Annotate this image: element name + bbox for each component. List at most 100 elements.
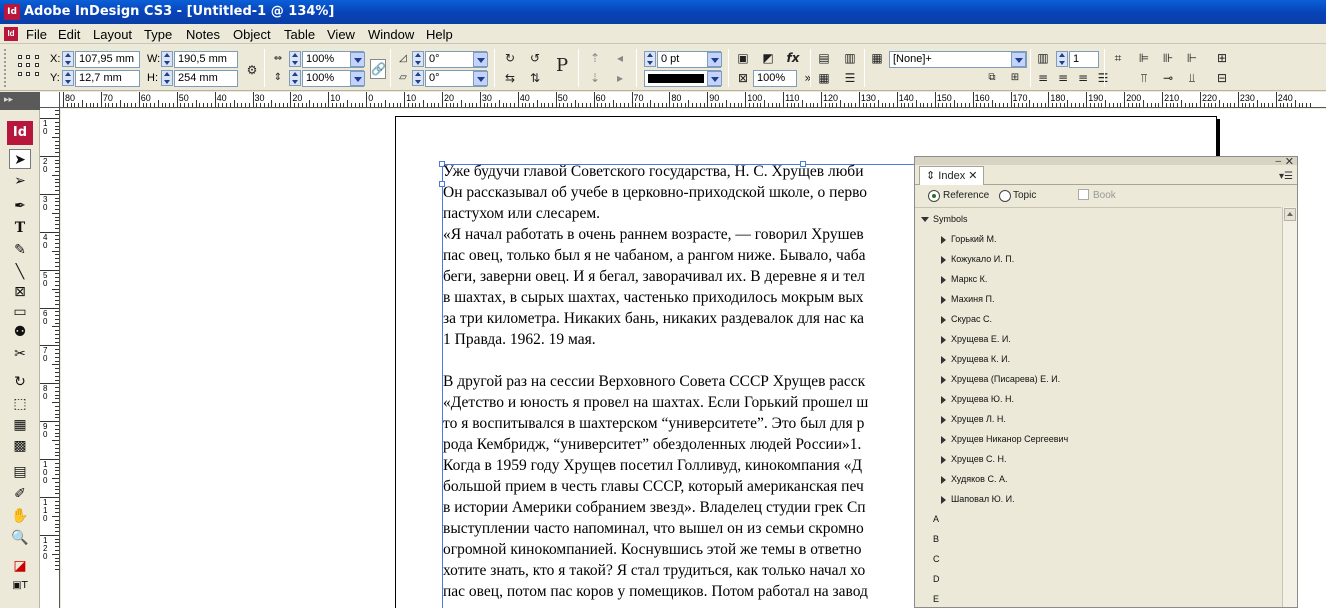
object-style-field[interactable]: [None]+: [889, 51, 1027, 68]
expand-entry-icon[interactable]: [941, 356, 946, 364]
h-stepper[interactable]: [161, 70, 173, 86]
align-left-edges-icon[interactable]: ⊫: [1134, 49, 1154, 67]
index-entry[interactable]: Хрущев Л. Н.: [951, 414, 1006, 424]
expand-entry-icon[interactable]: [941, 396, 946, 404]
expand-symbols-icon[interactable]: [921, 217, 929, 222]
x-field[interactable]: 107,95 mm: [75, 51, 140, 68]
effects-icon[interactable]: fx: [783, 49, 803, 67]
menu-table[interactable]: Table: [284, 27, 315, 42]
menu-notes[interactable]: Notes: [186, 27, 220, 42]
zoom-tool-icon[interactable]: 🔍: [9, 528, 31, 548]
rotate-cw-icon[interactable]: ↻: [500, 49, 520, 67]
expand-entry-icon[interactable]: [941, 276, 946, 284]
stroke-weight-dropdown[interactable]: [707, 52, 722, 67]
feather-icon[interactable]: ◩: [758, 49, 778, 67]
select-next-icon[interactable]: ▸: [610, 69, 630, 87]
panel-grip[interactable]: [4, 49, 10, 87]
x-stepper[interactable]: [62, 51, 74, 67]
align-bottom-edges-icon[interactable]: ⫫: [1182, 69, 1202, 87]
fit-frame-icon[interactable]: ⌗: [1108, 49, 1128, 67]
w-field[interactable]: 190,5 mm: [174, 51, 238, 68]
expand-entry-icon[interactable]: [941, 456, 946, 464]
horizontal-ruler[interactable]: 80 70 60 50 40 30 20 10 0 10 20 30 40 50 60 70 80 90 100 11…: [60, 92, 1326, 108]
scale-y-dropdown[interactable]: [350, 71, 365, 86]
align-justify-icon[interactable]: ☰: [1093, 69, 1113, 87]
fill-stroke-swatch-icon[interactable]: ◪: [9, 556, 31, 576]
align-top-icon[interactable]: ≡: [1033, 69, 1053, 87]
select-container-icon[interactable]: ⇡: [585, 49, 605, 67]
select-previous-icon[interactable]: ◂: [610, 49, 630, 67]
rotate-dropdown[interactable]: [473, 52, 488, 67]
expand-entry-icon[interactable]: [941, 476, 946, 484]
tab-close-icon[interactable]: ✕: [968, 170, 977, 182]
index-entry[interactable]: Хрущев С. Н.: [951, 454, 1007, 464]
menu-edit[interactable]: Edit: [58, 27, 80, 42]
index-entry[interactable]: Шаповал Ю. И.: [951, 494, 1015, 504]
expand-entry-icon[interactable]: [941, 296, 946, 304]
link-scale-icon[interactable]: 🔗: [370, 59, 386, 79]
rotate-tool-icon[interactable]: ⬚: [9, 394, 31, 414]
menu-file[interactable]: File: [26, 27, 47, 42]
align-top-edges-icon[interactable]: ⫪: [1134, 69, 1154, 87]
text-wrap-jump-icon[interactable]: ☰: [840, 69, 860, 87]
scroll-up-icon[interactable]: [1284, 208, 1296, 221]
index-group-symbols[interactable]: Symbols: [933, 214, 968, 224]
y-field[interactable]: 12,7 mm: [75, 70, 140, 87]
opacity-field[interactable]: 100%: [753, 70, 797, 87]
note-tool-icon[interactable]: ▤: [9, 462, 31, 482]
rectangle-frame-tool-icon[interactable]: ⊠: [9, 282, 31, 302]
expand-entry-icon[interactable]: [941, 376, 946, 384]
text-wrap-none-icon[interactable]: ▤: [814, 49, 834, 67]
reference-radio[interactable]: [928, 190, 940, 202]
expand-entry-icon[interactable]: [941, 316, 946, 324]
align-center-icon[interactable]: ≡: [1053, 69, 1073, 87]
menu-layout[interactable]: Layout: [93, 27, 132, 42]
line-tool-icon[interactable]: ╲: [9, 262, 31, 282]
flip-vertical-icon[interactable]: ⇅: [525, 69, 545, 87]
menu-view[interactable]: View: [327, 27, 355, 42]
h-field[interactable]: 254 mm: [174, 70, 238, 87]
align-v-centers-icon[interactable]: ⊸: [1158, 69, 1178, 87]
align-bottom-icon[interactable]: ≡: [1073, 69, 1093, 87]
document-icon[interactable]: Id: [4, 27, 18, 41]
gradient-tool-icon[interactable]: ▦: [9, 415, 31, 435]
menu-window[interactable]: Window: [368, 27, 414, 42]
index-letter-group[interactable]: E: [933, 594, 939, 604]
expand-entry-icon[interactable]: [941, 336, 946, 344]
index-entry[interactable]: Кожукало И. П.: [951, 254, 1014, 264]
object-style-icon[interactable]: ▦: [867, 49, 887, 67]
columns-field[interactable]: 1: [1069, 51, 1099, 68]
panel-menu-icon[interactable]: ▾☰: [1279, 171, 1293, 182]
align-h-centers-icon[interactable]: ⊪: [1158, 49, 1178, 67]
select-content-icon[interactable]: ⇣: [585, 69, 605, 87]
gradient-feather-tool-icon[interactable]: ▩: [9, 436, 31, 456]
index-entry[interactable]: Хрущева Е. И.: [951, 334, 1011, 344]
index-entry[interactable]: Худяков С. А.: [951, 474, 1007, 484]
scissors-tool-icon[interactable]: ✂: [9, 344, 31, 364]
rectangle-tool-icon[interactable]: ▭: [9, 302, 31, 322]
distribute-v-icon[interactable]: ⊟: [1212, 69, 1232, 87]
menu-object[interactable]: Object: [233, 27, 271, 42]
drop-shadow-icon[interactable]: ▣: [733, 49, 753, 67]
w-stepper[interactable]: [161, 51, 173, 67]
stroke-type-dropdown[interactable]: [707, 71, 722, 86]
index-entry[interactable]: Махиня П.: [951, 294, 994, 304]
expand-entry-icon[interactable]: [941, 416, 946, 424]
button-tool-icon[interactable]: ⚉: [9, 322, 31, 342]
object-style-dropdown[interactable]: [1011, 52, 1026, 67]
index-entry[interactable]: Хрущева Ю. Н.: [951, 394, 1014, 404]
index-letter-group[interactable]: A: [933, 514, 939, 524]
scale-x-stepper[interactable]: [289, 51, 301, 67]
expand-entry-icon[interactable]: [941, 496, 946, 504]
direct-selection-tool-icon[interactable]: ➢: [9, 171, 31, 191]
index-letter-group[interactable]: C: [933, 554, 940, 564]
toolbox-header[interactable]: [0, 92, 40, 110]
expand-entry-icon[interactable]: [941, 436, 946, 444]
columns-stepper[interactable]: [1056, 51, 1068, 67]
topic-radio[interactable]: [999, 190, 1011, 202]
index-entry[interactable]: Маркс К.: [951, 274, 987, 284]
panel-titlebar[interactable]: [915, 157, 1297, 165]
vertical-ruler[interactable]: 1 0 2 0 3 0 4 0 5 0 6 0 7 0 8 0 9 0 1 0 0 1 1 0 1 2…: [40, 108, 60, 608]
clear-overrides-icon[interactable]: ⧉: [982, 69, 1002, 87]
index-letter-group[interactable]: D: [933, 574, 940, 584]
